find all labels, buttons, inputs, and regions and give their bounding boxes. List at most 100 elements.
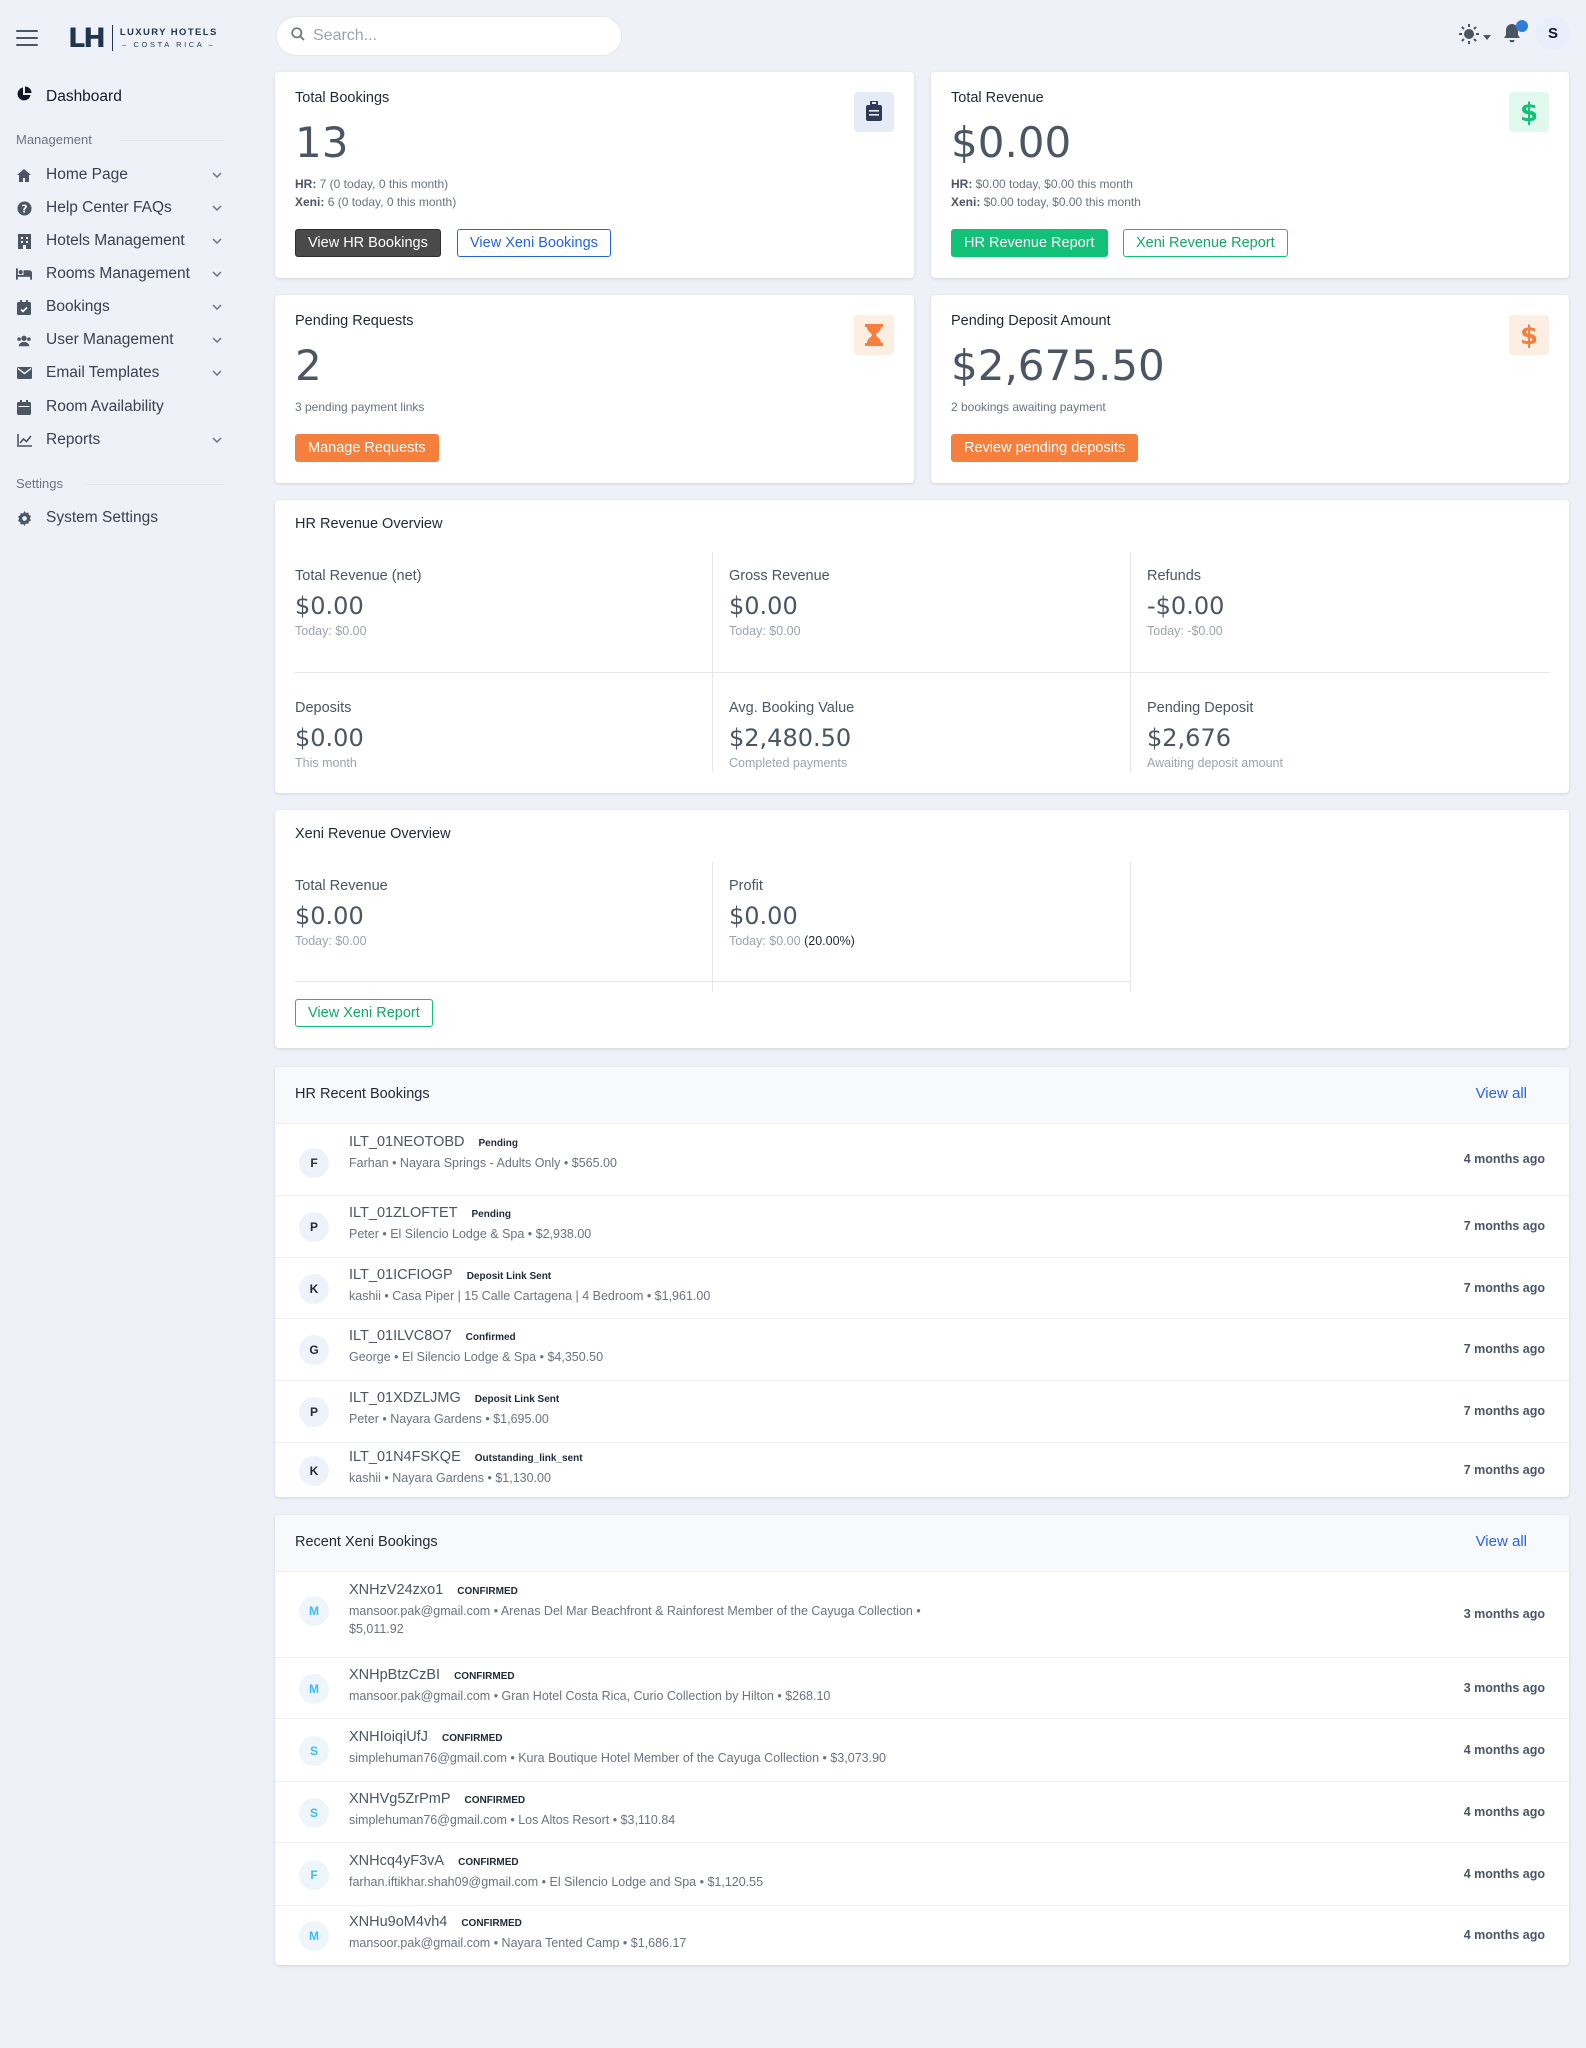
pending-deposit-value: $2,675.50 [951,341,1165,390]
section-management: Management [16,132,92,147]
sidebar-item-help-center-faqs[interactable]: ? Help Center FAQs [16,193,224,223]
view-xeni-bookings-button[interactable]: View Xeni Bookings [457,229,611,257]
sidebar-item-hotels-management[interactable]: Hotels Management [16,226,224,256]
booking-code: XNHVg5ZrPmP CONFIRMED [349,1790,526,1807]
view-xeni-report-button[interactable]: View Xeni Report [295,999,433,1027]
pie-chart-icon [16,86,32,107]
review-pending-deposits-button[interactable]: Review pending deposits [951,434,1139,462]
divider [1130,552,1131,772]
sidebar-item-label: Help Center FAQs [46,199,172,216]
xeni-revenue-summary: Xeni: $0.00 today, $0.00 this month [951,195,1141,209]
section-title: Recent Xeni Bookings [295,1534,438,1550]
booking-detail: mansoor.pak@gmail.com • Arenas Del Mar B… [349,1604,921,1636]
envelope-icon [16,365,32,381]
sidebar-item-dashboard[interactable]: Dashboard [16,86,122,107]
svg-text:$: $ [1521,99,1537,125]
notifications-button[interactable] [1502,20,1528,48]
booking-initial-avatar: K [299,1273,329,1304]
xeni-revenue-report-button[interactable]: Xeni Revenue Report [1123,229,1288,257]
status-badge: Outstanding_link_sent [474,1452,583,1464]
sidebar-item-label: System Settings [46,509,158,526]
booking-row[interactable]: F XNHcq4yF3vA CONFIRMED farhan.iftikhar.sha… [275,1842,1569,1905]
sidebar-item-label: Email Templates [46,364,160,381]
pending-requests-card: Pending Requests 2 3 pending payment lin… [275,295,914,483]
booking-row[interactable]: M XNHu9oM4vh4 CONFIRMED mansoor.pak@gmail.c… [275,1905,1569,1965]
chevron-down-icon [210,234,224,248]
metric-xeni-total-revenue: Total Revenue $0.00 Today: $0.00 [295,878,388,948]
search-icon [291,26,305,46]
booking-row[interactable]: F ILT_01NEOTOBD Pending Farhan • Nayara Spr… [275,1123,1569,1195]
booking-time: 3 months ago [1463,1607,1545,1621]
booking-detail: George • El Silencio Lodge & Spa • $4,35… [349,1350,604,1364]
sidebar-item-label: Bookings [46,298,110,315]
booking-row[interactable]: G ILT_01ILVC8O7 Confirmed George • El Silen… [275,1318,1569,1380]
theme-toggle[interactable] [1458,23,1494,48]
sidebar-item-home-page[interactable]: Home Page [16,160,224,190]
search-bar[interactable] [276,16,622,56]
brand-logo[interactable]: LH LUXURY HOTELS – COSTA RICA – [68,22,218,54]
hr-revenue-report-button[interactable]: HR Revenue Report [951,229,1108,257]
view-hr-bookings-button[interactable]: View HR Bookings [295,229,441,257]
metric-total-revenue-net: Total Revenue (net) $0.00 Today: $0.00 [295,568,422,638]
search-input[interactable] [313,27,603,45]
sidebar-item-system-settings[interactable]: System Settings [16,503,224,533]
booking-detail: simplehuman76@gmail.com • Kura Boutique … [349,1750,887,1765]
sidebar-item-label: Rooms Management [46,265,190,282]
booking-code: XNHcq4yF3vA CONFIRMED [349,1852,519,1869]
sidebar-item-bookings[interactable]: Bookings [16,292,224,322]
booking-code: ILT_01ZLOFTET Pending [349,1205,511,1221]
sidebar-item-user-management[interactable]: User Management [16,325,224,355]
metric-xeni-profit: Profit $0.00 Today: $0.00 (20.00%) [729,878,855,948]
logo-divider [111,25,113,51]
divider [120,140,224,141]
booking-initial-avatar: P [299,1212,329,1242]
users-icon [16,332,32,348]
svg-text:?: ? [21,203,27,215]
divider [1130,862,1131,992]
booking-code: XNHpBtzCzBI CONFIRMED [349,1666,515,1683]
card-title: Pending Requests [295,313,414,329]
manage-requests-button[interactable]: Manage Requests [295,434,439,462]
card-title: Total Revenue [951,90,1044,106]
booking-row[interactable]: K ILT_01N4FSKQE Outstanding_link_sent kashi… [275,1442,1569,1497]
sidebar-item-email-templates[interactable]: Email Templates [16,358,224,388]
dollar-icon: $ [1509,92,1549,132]
sidebar-item-label: Hotels Management [46,232,185,249]
status-badge: CONFIRMED [458,1856,519,1868]
booking-row[interactable]: K ILT_01ICFIOGP Deposit Link Sent kashii • … [275,1257,1569,1318]
booking-row[interactable]: M XNHpBtzCzBI CONFIRMED mansoor.pak@gmail.c… [275,1657,1569,1718]
metric-deposits: Deposits $0.00 This month [295,700,364,770]
status-badge: CONFIRMED [441,1732,503,1744]
chevron-down-icon [210,333,224,347]
booking-detail: Peter • El Silencio Lodge & Spa • $2,938… [349,1227,592,1241]
booking-row[interactable]: S XNHIoiqiUfJ CONFIRMED simplehuman76@gmail… [275,1718,1569,1781]
menu-toggle-icon[interactable] [16,30,38,46]
booking-row[interactable]: S XNHVg5ZrPmP CONFIRMED simplehuman76@gmail… [275,1781,1569,1842]
calendar-icon [16,399,32,415]
booking-row[interactable]: P ILT_01XDZLJMG Deposit Link Sent Peter • N… [275,1380,1569,1442]
view-all-link[interactable]: View all [1476,1085,1527,1102]
view-all-link[interactable]: View all [1476,1533,1527,1550]
booking-code: ILT_01NEOTOBD Pending [349,1134,518,1150]
card-title: Pending Deposit Amount [951,313,1111,329]
sidebar-item-label: User Management [46,331,174,348]
status-badge: Deposit Link Sent [474,1394,560,1405]
sidebar-item-room-availability[interactable]: Room Availability [16,392,224,422]
total-bookings-value: 13 [295,118,349,167]
booking-row[interactable]: M XNHzV24zxo1 CONFIRMED mansoor.pak@gmail.c… [275,1571,1569,1657]
booking-detail: mansoor.pak@gmail.com • Nayara Tented Ca… [349,1936,687,1950]
sidebar-item-reports[interactable]: Reports [16,425,224,455]
sidebar: LH LUXURY HOTELS – COSTA RICA – Dashboar… [0,0,254,2048]
booking-row[interactable]: P ILT_01ZLOFTET Pending Peter • El Silencio… [275,1195,1569,1257]
pending-requests-value: 2 [295,341,322,390]
sidebar-item-rooms-management[interactable]: Rooms Management [16,259,224,289]
user-avatar[interactable]: S [1536,16,1570,50]
sidebar-item-label: Home Page [46,166,128,183]
booking-initial-avatar: M [299,1673,329,1704]
chevron-down-icon [210,300,224,314]
status-badge: CONFIRMED [454,1670,515,1682]
status-badge: Confirmed [465,1332,516,1343]
booking-time: 7 months ago [1463,1280,1545,1295]
booking-code: ILT_01N4FSKQE Outstanding_link_sent [349,1448,583,1465]
calendar-check-icon [16,299,32,315]
